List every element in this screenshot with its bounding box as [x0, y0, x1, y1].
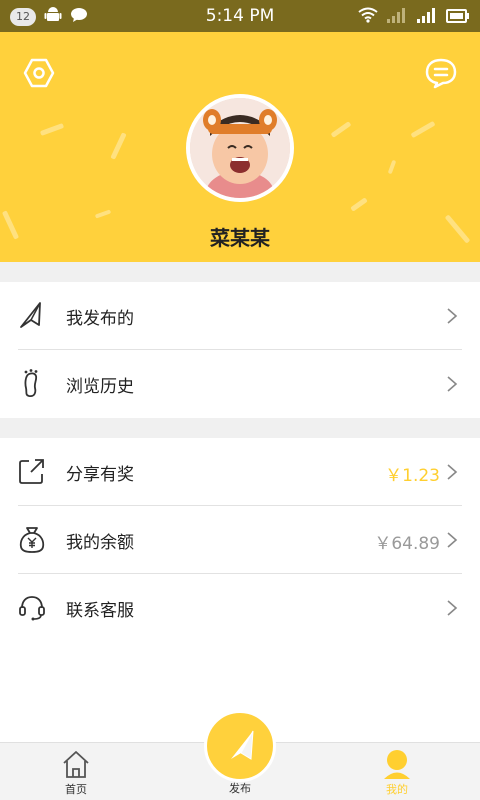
menu-item-label: 我发布的: [66, 309, 134, 329]
confetti: [39, 123, 65, 136]
chevron-right-icon: [446, 531, 458, 549]
menu-item-history[interactable]: 浏览历史: [0, 350, 480, 418]
confetti: [410, 120, 436, 139]
tab-mine[interactable]: 我的: [357, 743, 437, 800]
paper-plane-icon: [227, 729, 259, 769]
chevron-right-icon: [446, 375, 458, 393]
menu-item-label: 联系客服: [66, 601, 134, 621]
profile-header: 菜某某: [0, 32, 480, 262]
footprint-icon: [17, 368, 47, 398]
menu-item-label: 我的余额: [66, 533, 134, 553]
confetti: [110, 132, 127, 160]
chevron-right-icon: [446, 599, 458, 617]
home-icon: [61, 749, 91, 783]
confetti: [94, 209, 112, 219]
balance-value: ￥64.89: [374, 534, 440, 554]
section-divider: [0, 418, 480, 438]
confetti: [330, 121, 352, 138]
confetti: [387, 159, 397, 175]
chevron-right-icon: [446, 463, 458, 481]
username: 菜某某: [210, 226, 270, 250]
menu-item-label: 浏览历史: [66, 377, 134, 397]
headset-icon: [17, 592, 47, 622]
section-divider: [0, 262, 480, 282]
signal-icon: [386, 7, 408, 27]
publish-label: 发布: [229, 782, 251, 795]
battery-icon: [446, 8, 470, 27]
publish-button[interactable]: [204, 710, 276, 782]
tab-home[interactable]: 首页: [36, 743, 116, 800]
share-icon: [17, 456, 47, 486]
chevron-right-icon: [446, 307, 458, 325]
wifi-icon: [358, 7, 378, 27]
menu-item-label: 分享有奖: [66, 465, 134, 485]
menu-item-balance[interactable]: 我的余额 ￥64.89: [0, 506, 480, 574]
tab-home-label: 首页: [65, 783, 87, 796]
status-bar: 12 5:14 PM: [0, 0, 480, 32]
share-reward-value: ￥1.23: [385, 466, 440, 486]
signal-icon: [416, 7, 438, 27]
tab-mine-label: 我的: [386, 783, 408, 796]
hexagon-settings-icon[interactable]: [22, 56, 56, 90]
message-icon[interactable]: [424, 56, 458, 90]
confetti: [350, 197, 368, 212]
money-bag-icon: [17, 524, 47, 554]
user-avatar[interactable]: [186, 94, 294, 202]
menu-item-my-posts[interactable]: 我发布的: [0, 282, 480, 350]
send-arrow-icon: [17, 300, 47, 330]
user-icon: [382, 748, 412, 784]
menu-item-customer-service[interactable]: 联系客服: [0, 574, 480, 642]
menu-item-share-reward[interactable]: 分享有奖 ￥1.23: [0, 438, 480, 506]
